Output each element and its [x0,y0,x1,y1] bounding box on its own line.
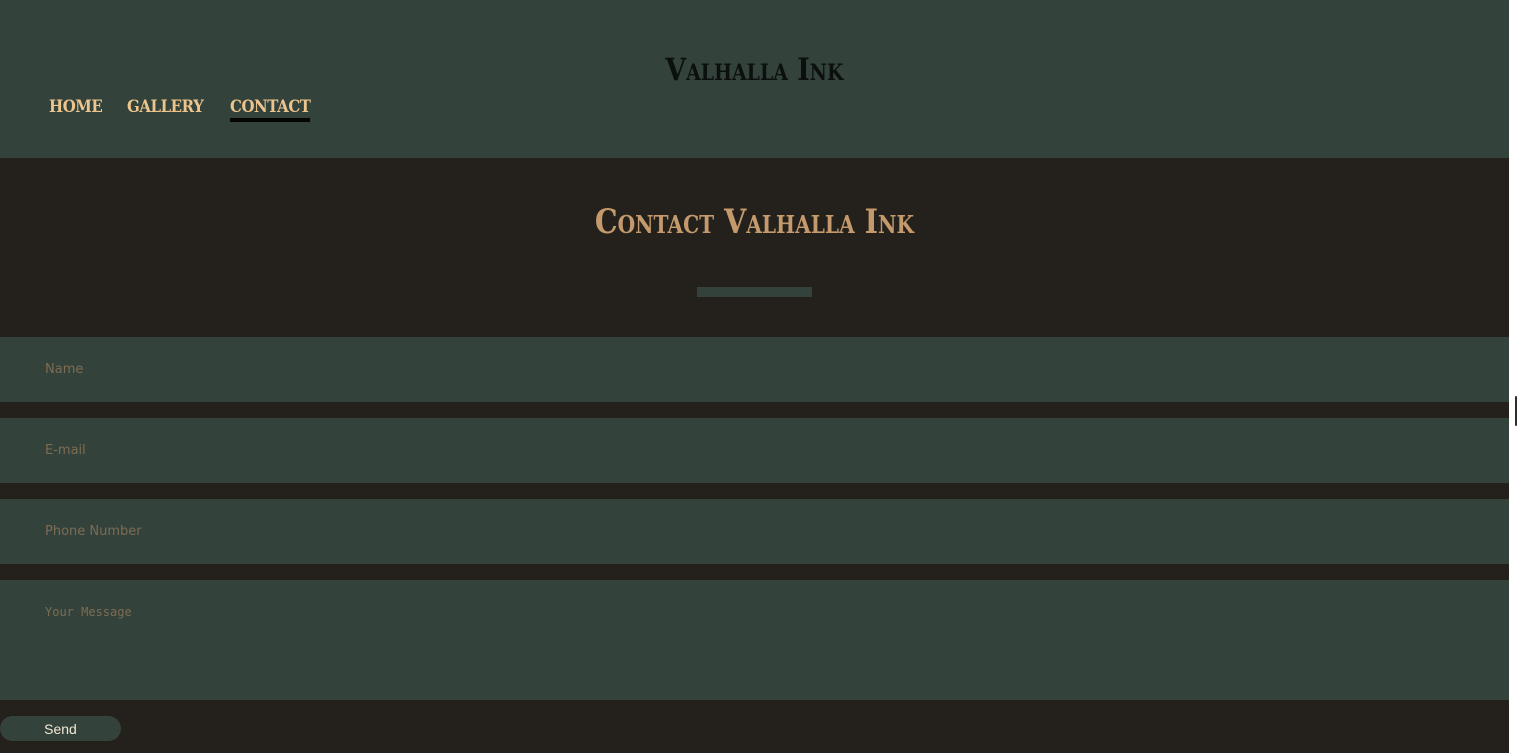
name-input[interactable] [0,337,1509,402]
email-input[interactable] [0,418,1509,483]
browser-viewport: Valhalla Ink HOME GALLERY CONTACT Contac… [0,0,1520,753]
message-textarea[interactable] [0,580,1509,700]
main-nav: HOME GALLERY CONTACT [49,97,322,122]
site-logo[interactable]: Valhalla Ink [106,52,1404,88]
nav-link-contact[interactable]: CONTACT [230,97,311,122]
page-scrollbar[interactable] [1509,0,1520,753]
site-header: Valhalla Ink HOME GALLERY CONTACT [0,0,1509,158]
nav-link-gallery[interactable]: GALLERY [127,97,204,122]
heading-divider [697,287,812,297]
contact-page: Valhalla Ink HOME GALLERY CONTACT Contac… [0,0,1509,753]
scrollbar-thumb[interactable] [1515,396,1517,426]
phone-input[interactable] [0,499,1509,564]
send-button[interactable]: Send [0,716,121,741]
nav-link-home[interactable]: HOME [49,97,103,122]
page-title: Contact Valhalla Ink [594,202,914,242]
